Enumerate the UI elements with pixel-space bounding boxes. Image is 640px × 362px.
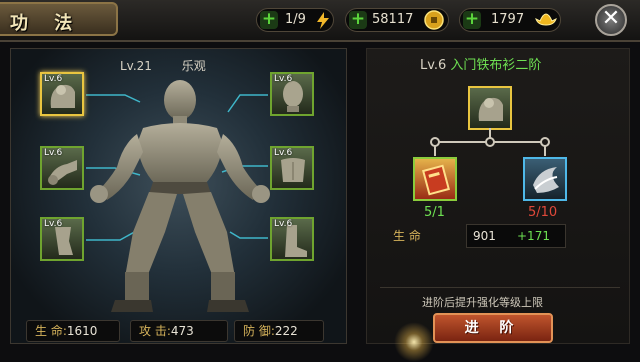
shoulder-icon xyxy=(478,97,503,121)
stat-attack-value: 473 xyxy=(170,324,194,338)
armor-piece-icon xyxy=(533,167,559,193)
martial-artist-figure xyxy=(90,80,270,312)
material-slot-armor[interactable] xyxy=(523,157,567,201)
stat-hp-value: 1610 xyxy=(66,324,98,338)
life-value: 901 xyxy=(473,229,496,243)
slot-level: Lv.6 xyxy=(44,219,63,229)
material-slot-book[interactable] xyxy=(413,157,457,201)
requirement-armor: 5/10 xyxy=(528,205,558,220)
stat-defense-label: 防 御: xyxy=(243,324,275,338)
book-icon xyxy=(422,164,450,196)
current-skill-slot[interactable] xyxy=(468,86,512,130)
divider xyxy=(380,287,620,288)
advance-hint: 进阶后提升强化等级上限 xyxy=(422,296,543,309)
equip-slot-shoulder[interactable]: Lv.6 xyxy=(40,72,84,116)
life-value-box: 901 +171 xyxy=(466,224,566,248)
equip-slot-head[interactable]: Lv.6 xyxy=(270,72,314,116)
stat-attack: 攻 击:473 xyxy=(130,320,228,342)
equip-slot-foot[interactable]: Lv.6 xyxy=(270,217,314,261)
branch-connector xyxy=(430,128,550,156)
equip-slot-leg[interactable]: Lv.6 xyxy=(40,217,84,261)
slot-level: Lv.6 xyxy=(44,148,63,158)
skill-level: Lv.6 xyxy=(420,58,447,73)
advance-button[interactable]: 进 阶 xyxy=(433,313,553,343)
slot-level: Lv.6 xyxy=(44,74,63,84)
stat-hp-label: 生 命: xyxy=(35,324,67,338)
life-bonus: +171 xyxy=(517,229,550,243)
equip-slot-arm[interactable]: Lv.6 xyxy=(40,146,84,190)
slot-level: Lv.6 xyxy=(274,74,293,84)
slot-level: Lv.6 xyxy=(274,148,293,158)
skill-name: 入门铁布衫二阶 xyxy=(450,58,542,73)
life-label: 生 命 xyxy=(393,229,421,243)
slot-level: Lv.6 xyxy=(274,219,293,229)
stat-attack-label: 攻 击: xyxy=(139,324,171,338)
requirement-book: 5/1 xyxy=(424,205,445,220)
sparkle-effect xyxy=(394,322,434,362)
skill-title: Lv.6 入门铁布衫二阶 xyxy=(420,54,541,73)
equip-slot-torso[interactable]: Lv.6 xyxy=(270,146,314,190)
stat-hp: 生 命:1610 xyxy=(26,320,120,342)
stat-defense-value: 222 xyxy=(274,324,298,338)
stat-defense: 防 御:222 xyxy=(234,320,324,342)
